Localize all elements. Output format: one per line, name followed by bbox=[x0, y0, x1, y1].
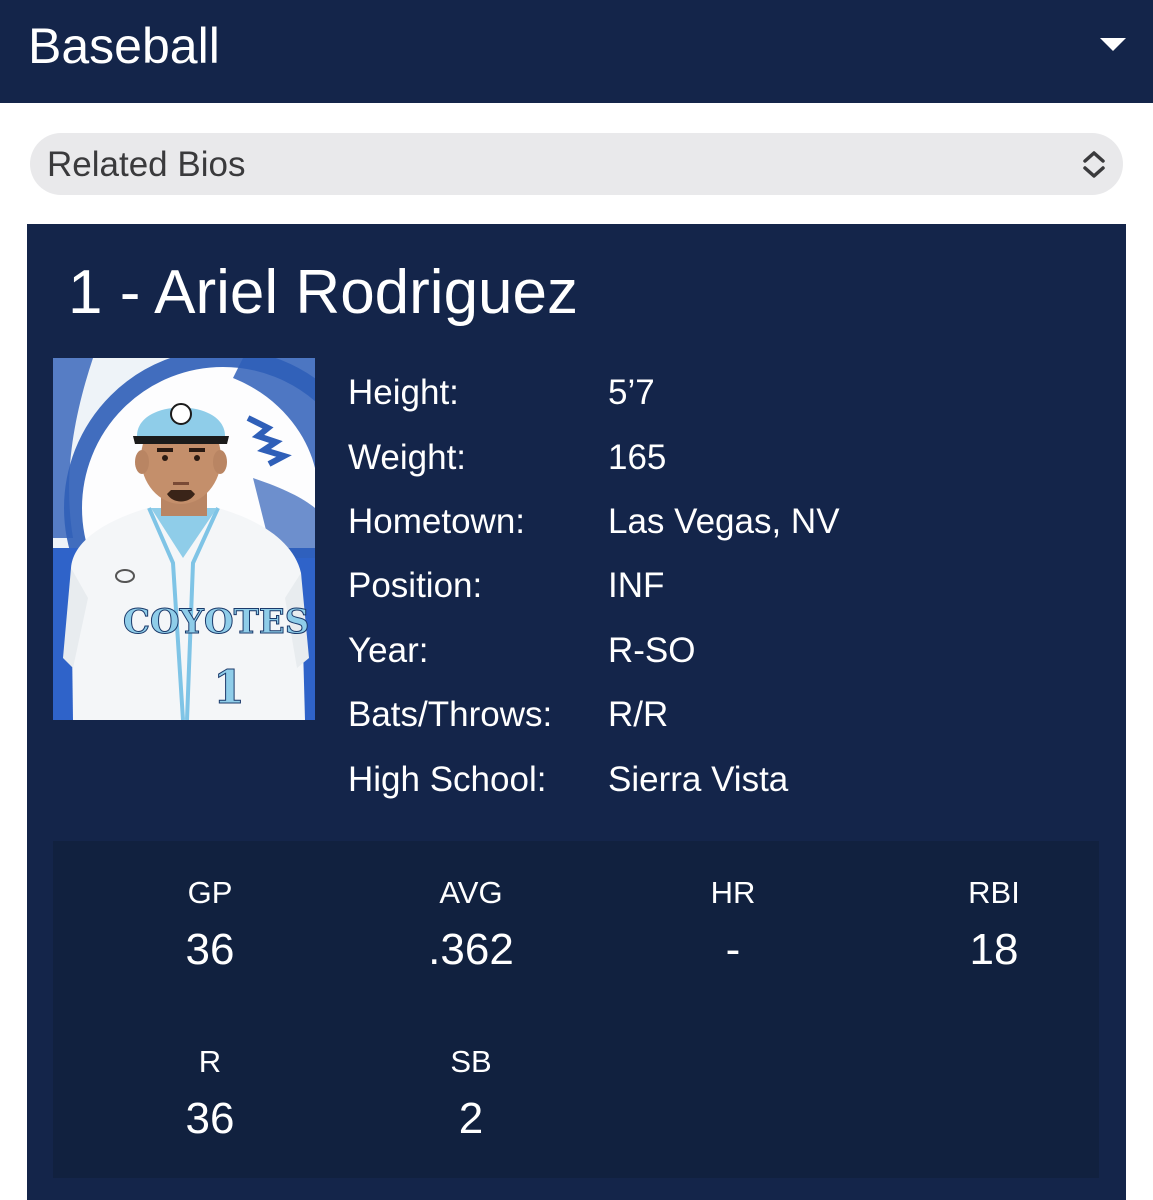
stat-gp: GP 36 bbox=[110, 875, 310, 975]
stat-value: 36 bbox=[185, 1094, 235, 1143]
sport-title: Baseball bbox=[28, 18, 220, 74]
related-bios-value: Related Bios bbox=[47, 145, 246, 184]
bio-label: Year: bbox=[348, 631, 429, 670]
stat-label: AVG bbox=[439, 875, 503, 910]
stat-r: R 36 bbox=[110, 1044, 310, 1144]
bio-label: Hometown: bbox=[348, 502, 526, 541]
bio-value: Las Vegas, NV bbox=[608, 502, 840, 541]
select-chevrons-icon bbox=[1083, 151, 1105, 178]
stats-grid: GP 36 AVG .362 HR - RBI 18 R 36 SB 2 bbox=[53, 841, 1099, 1178]
jersey-text: COYOTES bbox=[123, 602, 309, 642]
caret-down-icon[interactable] bbox=[1100, 38, 1126, 51]
bio-label: Weight: bbox=[348, 438, 467, 477]
bio-label: Height: bbox=[348, 373, 459, 412]
stat-value: 2 bbox=[458, 1094, 484, 1143]
sport-header-bar[interactable]: Baseball bbox=[0, 0, 1153, 103]
stat-value: 18 bbox=[969, 925, 1019, 974]
bio-value: R/R bbox=[608, 695, 669, 734]
bio-value: 165 bbox=[608, 438, 667, 477]
bio-label: Bats/Throws: bbox=[348, 695, 553, 734]
player-name: 1 - Ariel Rodriguez bbox=[68, 258, 579, 327]
stat-sb: SB 2 bbox=[371, 1044, 571, 1144]
bio-label: High School: bbox=[348, 760, 547, 799]
stat-label: HR bbox=[710, 875, 756, 910]
jersey-number: 1 bbox=[213, 660, 245, 714]
stat-avg: AVG .362 bbox=[371, 875, 571, 975]
stat-value: .362 bbox=[428, 925, 514, 974]
bio-value: R-SO bbox=[608, 631, 696, 670]
stat-label: SB bbox=[450, 1044, 492, 1079]
stat-label: R bbox=[198, 1044, 222, 1079]
stat-value: - bbox=[725, 925, 741, 974]
player-photo: COYOTES 1 bbox=[53, 358, 315, 720]
stat-label: GP bbox=[187, 875, 233, 910]
stat-label: RBI bbox=[968, 875, 1020, 910]
bio-value: INF bbox=[608, 566, 665, 605]
bio-value: Sierra Vista bbox=[608, 760, 789, 799]
stat-rbi: RBI 18 bbox=[894, 875, 1094, 975]
stat-value: 36 bbox=[185, 925, 235, 974]
bio-value: 5’7 bbox=[608, 373, 655, 412]
related-bios-select[interactable]: Related Bios bbox=[30, 133, 1123, 195]
bio-label: Position: bbox=[348, 566, 483, 605]
player-bio-panel: 1 - Ariel Rodriguez COYOTES 1 Height: 5’… bbox=[27, 224, 1126, 1200]
stat-hr: HR - bbox=[633, 875, 833, 975]
